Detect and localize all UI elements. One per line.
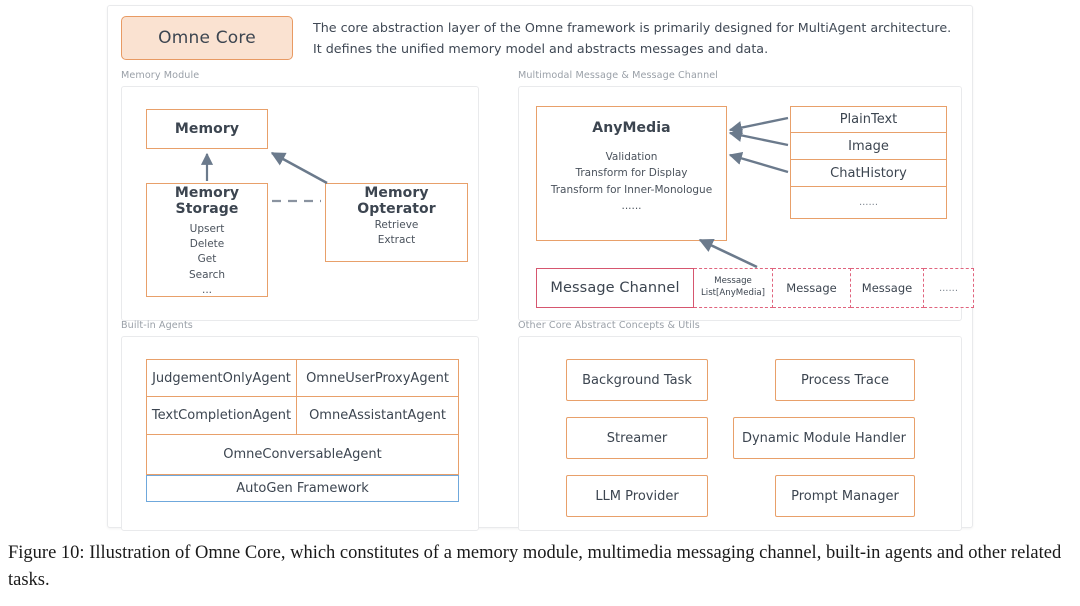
memory-storage-items: Upsert Delete Get Search ... [146,218,268,297]
anymedia-title[interactable]: AnyMedia [536,106,727,150]
arrow-operator-to-memory [270,151,328,185]
panel-multimodal: Multimodal Message & Message Channel Any… [518,70,974,321]
arrow-image-to-anymedia [728,128,789,147]
panel-multimodal-body: AnyMedia Validation Transform for Displa… [518,86,974,321]
panel-other-concepts-label: Other Core Abstract Concepts & Utils [518,320,700,331]
agent-autogen-framework[interactable]: AutoGen Framework [146,475,459,502]
arrow-channel-to-anymedia [698,238,758,269]
omne-core-chip[interactable]: Omne Core [121,16,293,60]
diagram-card: Omne Core The core abstraction layer of … [107,5,974,531]
memory-box[interactable]: Memory [146,109,268,149]
panel-builtin-agents-label: Built-in Agents [121,320,193,331]
media-type-plaintext[interactable]: PlainText [790,106,947,133]
media-type-image[interactable]: Image [790,133,947,160]
agent-judgement-only[interactable]: JudgementOnlyAgent [146,359,297,397]
concept-prompt-manager[interactable]: Prompt Manager [775,475,915,517]
agent-text-completion[interactable]: TextCompletionAgent [146,397,297,435]
memory-storage-title[interactable]: Memory Storage [146,183,268,219]
panel-builtin-agents-body: JudgementOnlyAgent OmneUserProxyAgent Te… [121,336,479,531]
panel-memory-module-body: Memory Memory Storage Upsert Delete Get … [121,86,479,321]
panel-other-concepts: Other Core Abstract Concepts & Utils Bac… [518,320,962,531]
panel-multimodal-label: Multimodal Message & Message Channel [518,70,719,81]
message-channel-box[interactable]: Message Channel [536,268,694,308]
concept-process-trace[interactable]: Process Trace [775,359,915,401]
panel-builtin-agents: Built-in Agents JudgementOnlyAgent OmneU… [121,320,479,531]
message-channel-cell-1[interactable]: Message [773,268,851,308]
agent-omne-user-proxy[interactable]: OmneUserProxyAgent [297,359,459,397]
panel-other-concepts-body: Background Task Streamer LLM Provider Pr… [518,336,962,531]
message-channel-cell-2[interactable]: Message [851,268,924,308]
memory-operator-items: Retrieve Extract [325,218,468,262]
agent-omne-conversable[interactable]: OmneConversableAgent [146,435,459,475]
diagram-header: Omne Core The core abstraction layer of … [121,16,961,66]
agent-omne-assistant[interactable]: OmneAssistantAgent [297,397,459,435]
concept-background-task[interactable]: Background Task [566,359,708,401]
concept-llm-provider[interactable]: LLM Provider [566,475,708,517]
header-description: The core abstraction layer of the Omne f… [313,20,952,56]
arrow-plaintext-to-anymedia [728,116,789,135]
media-type-chathistory[interactable]: ChatHistory [790,160,947,187]
panel-memory-module-label: Memory Module [121,70,200,81]
message-channel-cell-more[interactable]: ...... [924,268,974,308]
arrow-chathistory-to-anymedia [728,152,789,174]
media-type-more[interactable]: ...... [790,187,947,219]
panel-memory-module: Memory Module Memory Memory Storage Upse… [121,70,479,321]
memory-operator-title[interactable]: Memory Opterator [325,183,468,219]
anymedia-items: Validation Transform for Display Transfo… [536,149,727,241]
concept-dynamic-module-handler[interactable]: Dynamic Module Handler [733,417,915,459]
message-channel-cell-list[interactable]: Message List[AnyMedia] [694,268,773,308]
concept-streamer[interactable]: Streamer [566,417,708,459]
figure-root: Omne Core The core abstraction layer of … [0,0,1080,606]
figure-caption: Figure 10: Illustration of Omne Core, wh… [8,543,1062,590]
